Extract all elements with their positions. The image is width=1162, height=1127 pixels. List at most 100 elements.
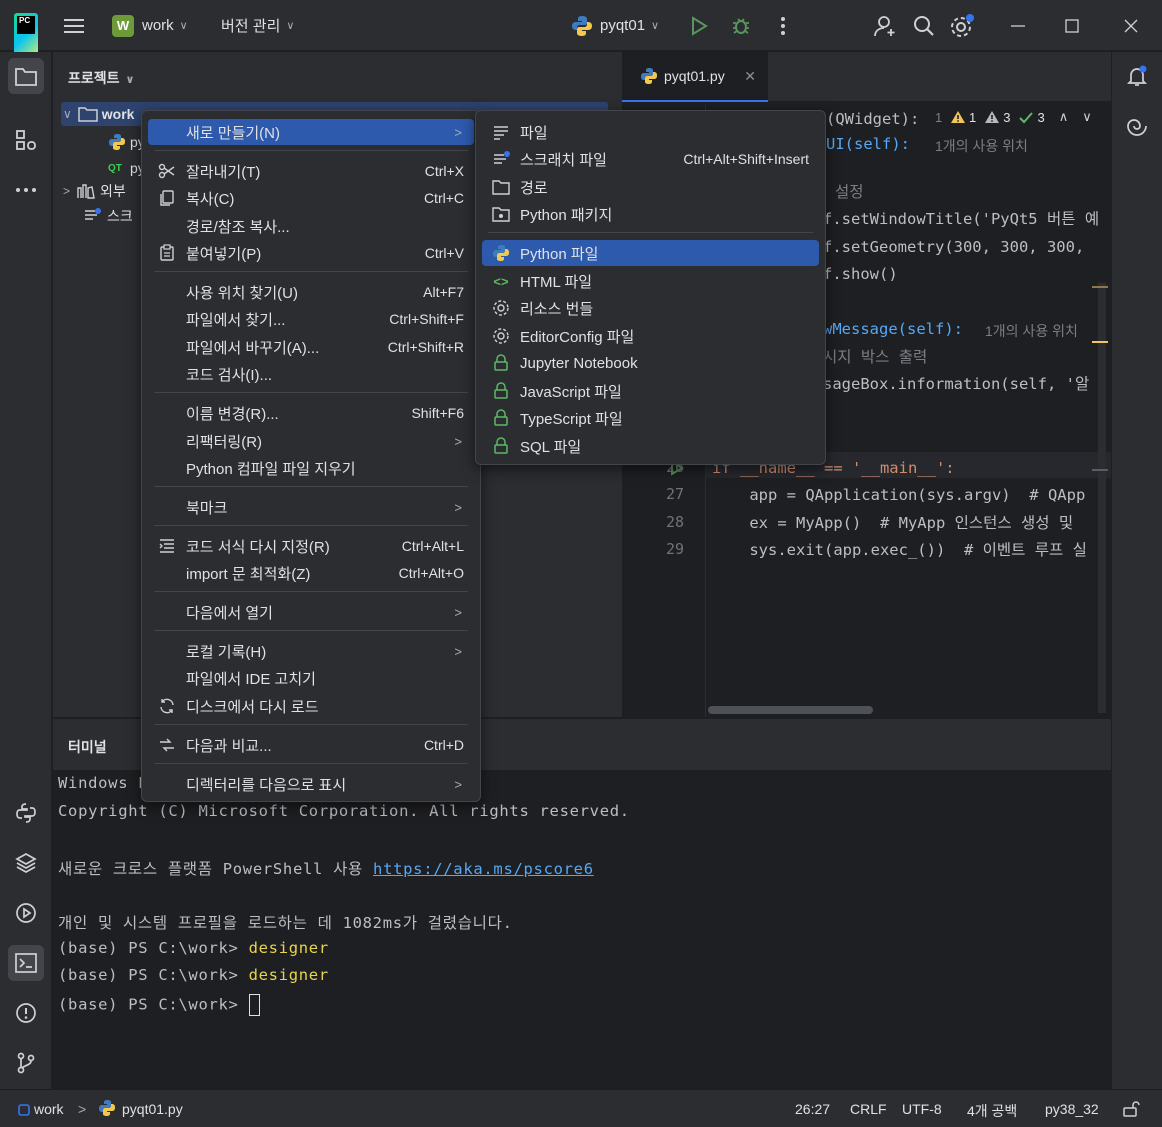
settings-button[interactable] <box>948 0 976 51</box>
lock-icon[interactable] <box>1122 1100 1140 1121</box>
horizontal-scrollbar[interactable] <box>708 706 873 714</box>
tree-item-scratches[interactable]: 스크 <box>83 204 133 228</box>
close-window-button[interactable] <box>1121 0 1141 51</box>
menu-item-find-usages[interactable]: 사용 위치 찾기(U) Alt+F7 <box>148 279 474 305</box>
notifications-button[interactable] <box>1119 58 1155 94</box>
scissors-icon <box>158 162 176 180</box>
menu-item-repair-ide[interactable]: 파일에서 IDE 고치기 <box>148 665 474 691</box>
line-separator[interactable]: CRLF <box>850 1101 887 1117</box>
warning-circle-icon <box>16 1003 36 1023</box>
menu-item-reload-from-disk[interactable]: 디스크에서 다시 로드 <box>148 693 474 719</box>
terminal-tool-button[interactable] <box>8 945 44 981</box>
next-highlight-icon[interactable]: ∨ <box>1082 109 1092 125</box>
menu-item-open-in[interactable]: 다음에서 열기 > <box>148 599 474 625</box>
project-badge: W <box>112 14 134 37</box>
search-button[interactable] <box>912 0 936 51</box>
breadcrumb-project[interactable]: work <box>34 1101 64 1117</box>
structure-icon <box>16 130 36 150</box>
folder-icon <box>15 68 37 86</box>
usage-hint-2: 1개의 사용 위치 <box>985 323 1078 339</box>
menu-item-optimize-imports[interactable]: import 문 최적화(Z) Ctrl+Alt+O <box>148 560 474 586</box>
menu-item-paste[interactable]: 붙여넣기(P) Ctrl+V <box>148 240 474 266</box>
new-typescript-file[interactable]: TypeScript 파일 <box>482 405 819 431</box>
maximize-button[interactable] <box>1062 0 1082 51</box>
add-user-button[interactable] <box>873 0 899 51</box>
menu-item-cut[interactable]: 잘라내기(T) Ctrl+X <box>148 158 474 184</box>
python-file-icon <box>98 1099 116 1120</box>
caret-position[interactable]: 26:27 <box>795 1101 830 1117</box>
git-button[interactable] <box>8 1045 44 1081</box>
previous-highlight-icon[interactable]: ∧ <box>1059 109 1069 125</box>
new-sql-file[interactable]: SQL 파일 <box>482 433 819 459</box>
terminal-title[interactable]: 터미널 <box>68 737 107 757</box>
ai-assistant-button[interactable] <box>1119 108 1155 144</box>
close-tab-icon[interactable]: ✕ <box>744 68 756 85</box>
menu-item-replace-in-files[interactable]: 파일에서 바꾸기(A)... Ctrl+Shift+R <box>148 334 474 360</box>
terminal-line: Windows P <box>58 774 149 792</box>
problems-button[interactable] <box>8 995 44 1031</box>
menu-item-compare-with[interactable]: 다음과 비교... Ctrl+D <box>148 732 474 758</box>
new-python-package[interactable]: Python 패키지 <box>482 201 819 227</box>
tree-item-qt-file[interactable]: QT py <box>108 156 145 180</box>
minimize-button[interactable] <box>1008 0 1028 51</box>
line-number: 28 <box>665 513 684 531</box>
menu-item-bookmarks[interactable]: 북마크 > <box>148 494 474 520</box>
indent-setting[interactable]: 4개 공백 <box>967 1101 1017 1121</box>
inspection-widget[interactable]: 1 3 3 ∧ ∨ <box>950 109 1092 125</box>
main-menu-button[interactable] <box>62 0 86 51</box>
menu-item-reformat-code[interactable]: 코드 서식 다시 지정(R) Ctrl+Alt+L <box>148 533 474 559</box>
python-packages-button[interactable] <box>8 845 44 881</box>
menu-item-copy-path[interactable]: 경로/참조 복사... <box>148 213 474 239</box>
tab-pyqt01[interactable]: pyqt01.py ✕ <box>622 52 768 102</box>
refresh-icon <box>158 697 176 715</box>
menu-item-mark-directory-as[interactable]: 디렉터리를 다음으로 표시 > <box>148 771 474 797</box>
new-editorconfig-file[interactable]: EditorConfig 파일 <box>482 323 819 349</box>
chevron-right-icon: > <box>63 184 71 198</box>
python-console-button[interactable] <box>8 795 44 831</box>
menu-item-clean-compiled[interactable]: Python 컴파일 파일 지우기 <box>148 455 474 481</box>
editor-tabs: pyqt01.py ✕ <box>622 52 1111 102</box>
menu-item-new[interactable]: 새로 만들기(N) > <box>148 119 474 145</box>
new-file[interactable]: 파일 <box>482 119 819 145</box>
minimize-icon <box>1011 24 1025 27</box>
more-tools-button[interactable] <box>8 172 44 208</box>
run-config-selector[interactable]: pyqt01 ∨ <box>570 0 659 51</box>
vertical-scrollbar[interactable] <box>1098 283 1106 713</box>
gear-icon <box>492 327 510 345</box>
new-javascript-file[interactable]: JavaScript 파일 <box>482 378 819 404</box>
debug-button[interactable] <box>730 0 752 51</box>
project-selector[interactable]: W work ∨ <box>112 0 188 51</box>
file-encoding[interactable]: UTF-8 <box>902 1101 942 1117</box>
vcs-menu[interactable]: 버전 관리 ∨ <box>221 0 294 51</box>
menu-item-rename[interactable]: 이름 변경(R)... Shift+F6 <box>148 400 474 426</box>
chevron-right-icon: > <box>454 776 462 792</box>
title-bar: PC W work ∨ 버전 관리 ∨ pyqt01 ∨ <box>0 0 1162 64</box>
new-scratch-file[interactable]: 스크래치 파일 Ctrl+Alt+Shift+Insert <box>482 146 819 172</box>
menu-item-copy[interactable]: 복사(C) Ctrl+C <box>148 185 474 211</box>
menu-item-refactor[interactable]: 리팩터링(R) > <box>148 428 474 454</box>
terminal-output[interactable]: Windows P Copyright (C) Microsoft Corpor… <box>53 770 1111 1089</box>
close-icon <box>1124 19 1138 32</box>
new-python-file[interactable]: Python 파일 <box>482 240 819 266</box>
new-directory[interactable]: 경로 <box>482 174 819 200</box>
tree-item-work[interactable]: ∨ work <box>63 102 134 126</box>
tree-item-py-file[interactable]: py <box>108 130 145 154</box>
tree-item-external-libraries[interactable]: > 외부 <box>63 179 126 203</box>
new-html-file[interactable]: <> HTML 파일 <box>482 268 819 294</box>
new-resource-bundle[interactable]: 리소스 번들 <box>482 295 819 321</box>
run-button[interactable] <box>688 0 710 51</box>
more-actions-button[interactable] <box>775 0 791 51</box>
structure-tool-button[interactable] <box>8 122 44 158</box>
python-interpreter[interactable]: py38_32 <box>1045 1101 1099 1117</box>
chevron-right-icon: > <box>454 124 462 140</box>
menu-item-find-in-files[interactable]: 파일에서 찾기... Ctrl+Shift+F <box>148 306 474 332</box>
code-line-29: sys.exit(app.exec_()) # 이벤트 루프 실 <box>712 541 1087 559</box>
new-jupyter-notebook[interactable]: Jupyter Notebook <box>482 350 819 376</box>
project-tool-button[interactable] <box>8 58 44 94</box>
pscore-link[interactable]: https://aka.ms/pscore6 <box>373 860 594 878</box>
breadcrumb-file[interactable]: pyqt01.py <box>122 1101 183 1117</box>
menu-item-local-history[interactable]: 로컬 기록(H) > <box>148 638 474 664</box>
project-panel-title[interactable]: 프로젝트 ∨ <box>68 68 134 88</box>
menu-item-inspect-code[interactable]: 코드 검사(I)... <box>148 361 474 387</box>
services-button[interactable] <box>8 895 44 931</box>
